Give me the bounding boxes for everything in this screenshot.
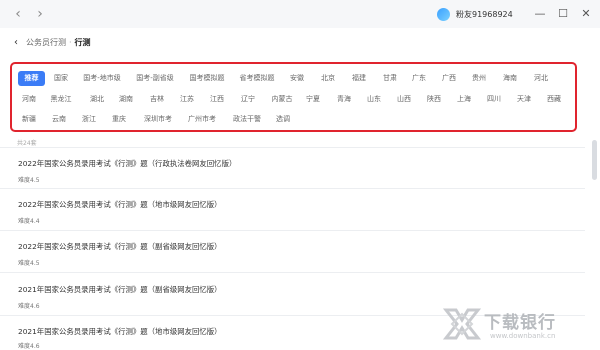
filter-tag[interactable]: 政法干警 xyxy=(229,112,265,127)
filter-tag[interactable]: 江苏 xyxy=(178,92,196,107)
filter-tag[interactable]: 广东 xyxy=(410,71,428,86)
list-item-difficulty: 难度4.6 xyxy=(18,303,40,310)
filter-tag[interactable]: 天津 xyxy=(515,92,533,107)
title-bar: ‹ › 粉友91968924 — ☐ ✕ xyxy=(0,0,600,28)
list-item-title[interactable]: 2021年国家公务员录用考试《行测》题（副省级网友回忆版） xyxy=(18,284,222,295)
filter-tag[interactable]: 陕西 xyxy=(425,92,443,107)
filter-tag[interactable]: 新疆 xyxy=(20,112,38,127)
filter-tag[interactable]: 山东 xyxy=(365,92,383,107)
filter-tag[interactable]: 河北 xyxy=(532,71,550,86)
back-arrow-icon[interactable]: ‹ xyxy=(10,6,26,22)
filter-tag[interactable]: 甘肃 xyxy=(381,71,399,86)
user-menu[interactable]: 粉友91968924 xyxy=(437,6,513,22)
forward-arrow-icon[interactable]: › xyxy=(32,6,48,22)
filter-tag[interactable]: 湖南 xyxy=(117,92,135,107)
filter-tag[interactable]: 贵州 xyxy=(470,71,488,86)
filter-tag[interactable]: 安徽 xyxy=(288,71,306,86)
filter-tag-recommended[interactable]: 推荐 xyxy=(18,71,45,86)
filter-tag[interactable]: 福建 xyxy=(350,71,368,86)
filter-tag[interactable]: 重庆 xyxy=(110,112,128,127)
chevron-left-icon[interactable]: ‹ xyxy=(14,37,18,48)
watermark-url: www.downbank.cn xyxy=(490,332,556,340)
filter-tag[interactable]: 深圳市考 xyxy=(140,112,176,127)
filter-tag[interactable]: 国考-地市级 xyxy=(80,71,124,86)
filter-tag[interactable]: 国考-副省级 xyxy=(133,71,177,86)
filter-tag[interactable]: 吉林 xyxy=(148,92,166,107)
filter-tag[interactable]: 四川 xyxy=(485,92,503,107)
watermark: 下载银行 www.downbank.cn xyxy=(440,300,600,350)
breadcrumb-parent[interactable]: 公务员行测 xyxy=(26,37,66,48)
filter-tag[interactable]: 国家 xyxy=(50,71,72,86)
list-item-title[interactable]: 2022年国家公务员录用考试《行测》题（副省级网友回忆版） xyxy=(18,241,222,252)
filter-tag[interactable]: 浙江 xyxy=(80,112,98,127)
filter-tag[interactable]: 河南 xyxy=(20,92,38,107)
list-item-difficulty: 难度4.4 xyxy=(18,218,40,225)
watermark-text: 下载银行 xyxy=(484,313,556,333)
list-item-title[interactable]: 2021年国家公务员录用考试《行测》题（地市级网友回忆版） xyxy=(18,326,222,337)
divider xyxy=(0,188,585,189)
filter-tag[interactable]: 广西 xyxy=(440,71,458,86)
minimize-icon[interactable]: — xyxy=(532,6,548,22)
filter-tag[interactable]: 选调 xyxy=(274,112,292,127)
filter-tag[interactable]: 海南 xyxy=(501,71,519,86)
region-filter-panel: 推荐 国家 国考-地市级 国考-副省级 国考模拟题 省考模拟题 安徽 北京 福建… xyxy=(10,62,577,132)
filter-tag[interactable]: 山西 xyxy=(395,92,413,107)
filter-tag[interactable]: 黑龙江 xyxy=(48,92,74,107)
filter-tag[interactable]: 宁夏 xyxy=(304,92,322,107)
watermark-logo-icon xyxy=(442,308,482,340)
restore-icon[interactable]: ☐ xyxy=(555,6,571,22)
result-count: 共24套 xyxy=(17,140,37,147)
filter-tag[interactable]: 内蒙古 xyxy=(269,92,295,107)
list-item-difficulty: 难度4.5 xyxy=(18,260,40,267)
filter-tag[interactable]: 省考模拟题 xyxy=(236,71,278,86)
filter-tag[interactable]: 辽宁 xyxy=(239,92,257,107)
filter-tag[interactable]: 云南 xyxy=(50,112,68,127)
avatar xyxy=(437,7,450,21)
list-item-difficulty: 难度4.5 xyxy=(18,177,40,184)
filter-tag[interactable]: 北京 xyxy=(319,71,337,86)
username: 粉友91968924 xyxy=(456,9,513,19)
filter-tag[interactable]: 湖北 xyxy=(88,92,106,107)
list-item-title[interactable]: 2022年国家公务员录用考试《行测》题（地市级网友回忆版） xyxy=(18,199,222,210)
scrollbar[interactable] xyxy=(592,140,597,180)
divider xyxy=(0,230,585,231)
filter-tag[interactable]: 西藏 xyxy=(545,92,563,107)
filter-tag[interactable]: 青海 xyxy=(335,92,353,107)
filter-tag[interactable]: 广州市考 xyxy=(184,112,220,127)
list-item-title[interactable]: 2022年国家公务员录用考试《行测》题（行政执法卷网友回忆版） xyxy=(18,158,236,169)
close-icon[interactable]: ✕ xyxy=(578,6,594,22)
breadcrumb: ‹ 公务员行测 · 行测 xyxy=(14,35,91,49)
divider xyxy=(0,272,585,273)
filter-tag[interactable]: 上海 xyxy=(455,92,473,107)
divider xyxy=(0,147,585,148)
filter-tag[interactable]: 江西 xyxy=(208,92,226,107)
breadcrumb-separator: · xyxy=(69,37,72,47)
breadcrumb-current: 行测 xyxy=(74,37,91,47)
list-item-difficulty: 难度4.6 xyxy=(18,343,40,350)
filter-tag[interactable]: 国考模拟题 xyxy=(186,71,228,86)
